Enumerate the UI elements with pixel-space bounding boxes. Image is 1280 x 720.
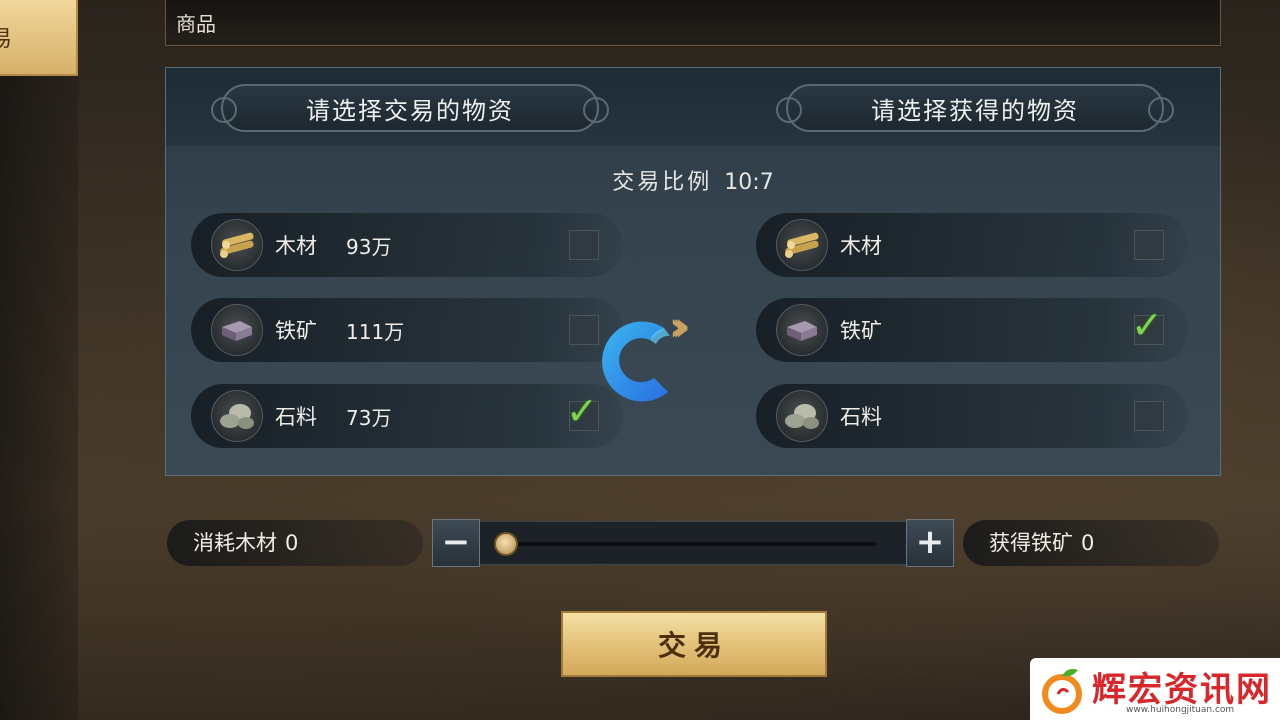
item-name: 石料 xyxy=(275,405,317,429)
give-wood-checkbox[interactable] xyxy=(569,230,599,260)
ratio-value: 10:7 xyxy=(724,170,774,195)
get-iron-checkbox[interactable]: ✓ xyxy=(1131,306,1164,345)
amount-slider[interactable] xyxy=(480,521,906,565)
panel-header: 请选择交易的物资 请选择获得的物资 xyxy=(166,68,1220,146)
stone-icon xyxy=(776,390,828,442)
item-quantity: 111万 xyxy=(346,320,405,344)
consume-label: 消耗木材 xyxy=(193,531,277,555)
stone-icon xyxy=(211,390,263,442)
side-tab-label: 易 xyxy=(0,21,12,53)
goods-header-bar: 商品 xyxy=(165,0,1221,46)
item-quantity: 73万 xyxy=(346,406,392,430)
site-watermark: 辉宏资讯网 www.huihongjituan.com xyxy=(1030,658,1280,720)
item-name: 木材 xyxy=(275,234,317,258)
ratio-label: 交易比例 xyxy=(612,170,713,195)
give-row-wood[interactable]: 木材 93万 xyxy=(191,213,623,277)
trade-button[interactable]: 交易 xyxy=(561,611,827,677)
get-wood-checkbox[interactable] xyxy=(1134,230,1164,260)
slider-line xyxy=(500,542,876,546)
get-stone-checkbox[interactable] xyxy=(1134,401,1164,431)
item-name: 铁矿 xyxy=(840,319,882,343)
gain-value: 0 xyxy=(1081,531,1095,555)
slider-knob[interactable] xyxy=(494,532,518,556)
watermark-url: www.huihongjituan.com xyxy=(1126,705,1235,715)
c-logo-overlay-icon xyxy=(602,321,670,402)
get-row-wood[interactable]: 木材 xyxy=(756,213,1188,277)
goods-label: 商品 xyxy=(176,12,216,36)
gain-amount-display: 获得铁矿 0 xyxy=(963,520,1219,566)
side-tab-trade[interactable]: 易 xyxy=(0,0,78,76)
item-name: 木材 xyxy=(840,234,882,258)
gain-label: 获得铁矿 xyxy=(989,531,1073,555)
watermark-title: 辉宏资讯网 xyxy=(1092,670,1272,710)
trade-ratio: 交易比例 10:7 xyxy=(166,164,1220,196)
orange-logo-icon xyxy=(1042,668,1082,714)
increase-button[interactable]: + xyxy=(906,519,954,567)
consume-amount-display: 消耗木材 0 xyxy=(167,520,423,566)
item-name: 石料 xyxy=(840,405,882,429)
give-row-stone[interactable]: 石料 73万 ✓ xyxy=(191,384,623,448)
give-title-plaque: 请选择交易的物资 xyxy=(211,84,609,132)
item-quantity: 93万 xyxy=(346,235,392,259)
iron-ore-icon xyxy=(776,304,828,356)
wood-icon xyxy=(211,219,263,271)
give-row-iron[interactable]: 铁矿 111万 xyxy=(191,298,623,362)
get-title-plaque: 请选择获得的物资 xyxy=(776,84,1174,132)
wood-icon xyxy=(776,219,828,271)
decrease-button[interactable]: − xyxy=(432,519,480,567)
consume-value: 0 xyxy=(285,531,299,555)
trade-panel: 请选择交易的物资 请选择获得的物资 交易比例 10:7 木材 93万 铁矿 111… xyxy=(165,67,1221,476)
checkmark-icon: ✓ xyxy=(1131,303,1163,347)
get-row-iron[interactable]: 铁矿 ✓ xyxy=(756,298,1188,362)
get-row-stone[interactable]: 石料 xyxy=(756,384,1188,448)
left-sidebar-shade xyxy=(0,76,78,720)
item-name: 铁矿 xyxy=(275,319,317,343)
iron-ore-icon xyxy=(211,304,263,356)
